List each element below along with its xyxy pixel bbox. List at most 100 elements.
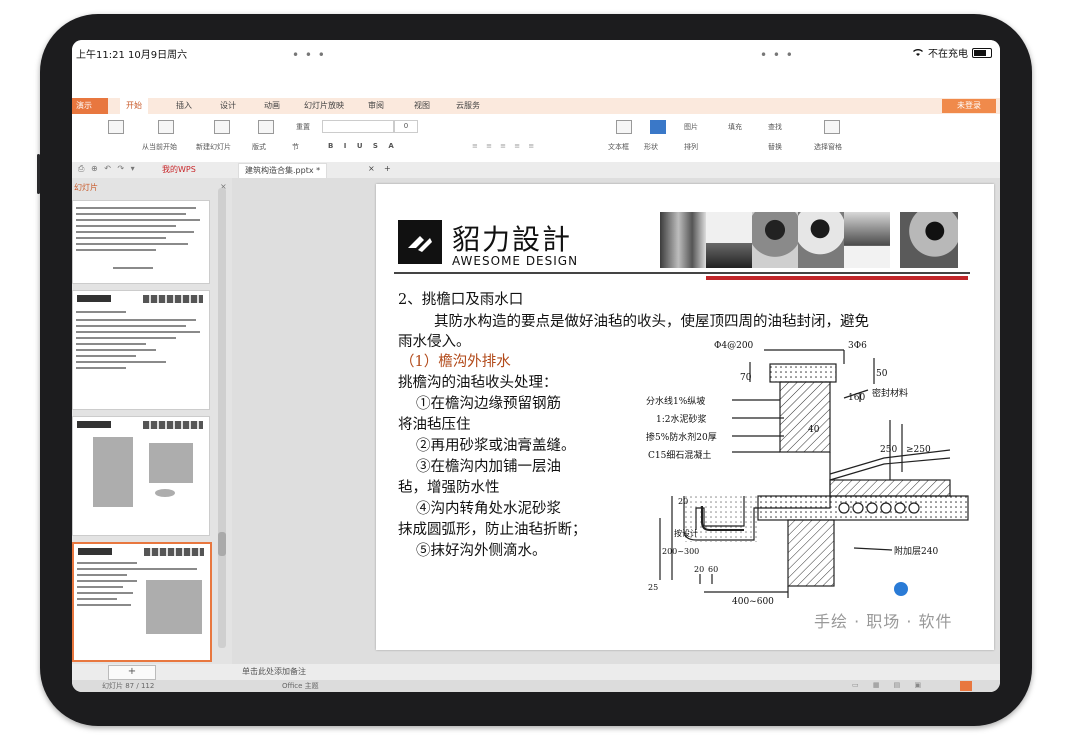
add-slide-button[interactable]: + <box>108 665 156 680</box>
slide-heading: 2、挑檐口及雨水口 <box>398 292 524 308</box>
drawing-label: 掺5%防水剂20厚 <box>646 431 717 443</box>
drawing-label: 40 <box>808 425 820 435</box>
drawing-label: 按设计 <box>674 528 698 538</box>
picture-button[interactable]: 图片 <box>684 122 698 132</box>
new-tab-button[interactable]: + <box>384 164 391 173</box>
quick-access-icons[interactable]: ⎙ ⊕ ↶ ↷ ▾ <box>78 164 137 174</box>
charging-status: 不在充电 <box>928 49 968 60</box>
current-slide[interactable]: 貂力設計 AWESOME DESIGN 2、挑檐口及雨水口 其防水构造的要点是做… <box>376 184 994 650</box>
notes-bar: + 单击此处添加备注 <box>72 664 1000 680</box>
section-button[interactable]: 节 <box>292 142 299 152</box>
drawing-label: 250 <box>880 445 897 455</box>
body-text-line: ②再用砂浆或油膏盖缝。 <box>416 438 576 454</box>
select-pane-icon[interactable] <box>824 120 840 134</box>
brand-logo-icon <box>398 220 442 264</box>
tab-insert[interactable]: 插入 <box>176 98 192 114</box>
slide-thumbnail[interactable] <box>72 290 210 410</box>
status-time: 上午11:21 10月9日周六 <box>76 50 188 61</box>
shape-button[interactable]: 形状 <box>644 142 658 152</box>
tab-cloud[interactable]: 云服务 <box>456 98 480 114</box>
drawing-label: 25 <box>648 583 658 592</box>
header-photo <box>660 212 706 268</box>
play-from-current-icon[interactable] <box>158 120 174 134</box>
app-menu-button[interactable]: 演示 <box>72 98 108 114</box>
tab-home[interactable]: 开始 <box>120 98 148 114</box>
multitask-dots-right[interactable]: • • • <box>760 48 794 62</box>
drawing-label: 3Φ6 <box>848 341 867 351</box>
intro-text-line: 其防水构造的要点是做好油毡的收头，使屋顶四周的油毡封闭，避免 <box>434 314 869 330</box>
thumbnail-scrollbar[interactable] <box>218 188 226 648</box>
slideshow-play-icon[interactable] <box>960 681 972 691</box>
intro-text-line: 雨水侵入。 <box>398 334 471 350</box>
brand-name-en: AWESOME DESIGN <box>452 254 579 268</box>
text-box-icon[interactable] <box>616 120 632 134</box>
header-photo <box>900 212 958 268</box>
tab-slideshow[interactable]: 幻灯片放映 <box>304 98 344 114</box>
slide-subheading: （1）檐沟外排水 <box>400 354 511 370</box>
drawing-label: 160 <box>848 393 865 403</box>
header-divider <box>394 272 970 274</box>
format-painter-icon[interactable] <box>108 120 124 134</box>
slide-thumbnail-selected[interactable] <box>72 542 212 662</box>
slide-thumbnail[interactable] <box>72 200 210 284</box>
tab-animation[interactable]: 动画 <box>264 98 280 114</box>
font-size-select[interactable]: 0 <box>394 120 418 133</box>
arrange-button[interactable]: 排列 <box>684 142 698 152</box>
eaves-gutter-drawing: Φ4@200 3Φ6 70 50 160 密封材料 分水线1%纵坡 1:2水泥砂… <box>646 341 969 607</box>
body-text-line: 挑檐沟的油毡收头处理： <box>398 375 558 391</box>
drawing-label: Φ4@200 <box>714 341 754 351</box>
fill-button[interactable]: 填充 <box>728 122 742 132</box>
find-button[interactable]: 查找 <box>768 122 782 132</box>
header-accent-bar <box>706 276 968 280</box>
replace-button[interactable]: 替换 <box>768 142 782 152</box>
ribbon-toolbar: 从当前开始 新建幻灯片 版式 重置 节 0 B I U S A ≡ ≡ ≡ ≡ … <box>72 114 1000 163</box>
font-style-buttons[interactable]: B I U S A <box>328 142 398 150</box>
body-text-line: 将油毡压住 <box>398 417 471 433</box>
drawing-label: 200~300 <box>662 547 699 556</box>
body-text-line: ①在檐沟边缘预留钢筋 <box>416 396 561 412</box>
drawing-label: 20 <box>678 497 688 506</box>
body-text-line: ④沟内转角处水泥砂浆 <box>416 501 561 517</box>
reset-button[interactable]: 重置 <box>296 122 310 132</box>
new-slide-icon[interactable] <box>214 120 230 134</box>
drawing-label: 70 <box>740 373 752 383</box>
body-text-line: 抹成圆弧形，防止油毡折断； <box>398 522 587 538</box>
app-status-bar: 幻灯片 87 / 112 Office 主题 ▭ ▦ ▤ ▣ <box>72 680 1000 692</box>
volume-button <box>37 154 40 194</box>
notes-placeholder[interactable]: 单击此处添加备注 <box>242 666 306 677</box>
tablet-screen: 上午11:21 10月9日周六 • • • • • • 不在充电 演示 开始 插… <box>72 40 1000 692</box>
drawing-label: 密封材料 <box>872 387 908 399</box>
login-button[interactable]: 未登录 <box>942 99 996 113</box>
tab-design[interactable]: 设计 <box>220 98 236 114</box>
status-bar: 上午11:21 10月9日周六 • • • • • • 不在充电 <box>72 40 1000 98</box>
text-box-button[interactable]: 文本框 <box>608 142 629 152</box>
from-current-button[interactable]: 从当前开始 <box>142 142 177 152</box>
slide-editing-area: 貂力設計 AWESOME DESIGN 2、挑檐口及雨水口 其防水构造的要点是做… <box>232 178 1000 664</box>
shape-icon[interactable] <box>650 120 666 134</box>
scrollbar-thumb[interactable] <box>218 532 226 556</box>
theme-name: Office 主题 <box>282 682 319 690</box>
status-right: 不在充电 <box>912 45 992 60</box>
drawing-label: 50 <box>876 369 888 379</box>
wps-home-tab[interactable]: 我的WPS <box>162 164 196 175</box>
watermark-text: 手绘 · 职场 · 软件 <box>814 612 953 631</box>
header-photo <box>844 212 890 268</box>
pointer-cursor-icon <box>894 582 908 596</box>
tab-review[interactable]: 审阅 <box>368 98 384 114</box>
header-photo <box>752 212 798 268</box>
slide-thumbnail[interactable] <box>72 416 210 536</box>
panel-title: 幻灯片 <box>74 183 98 192</box>
multitask-dots[interactable]: • • • <box>292 48 326 62</box>
view-mode-icons[interactable]: ▭ ▦ ▤ ▣ <box>852 681 927 689</box>
tab-view[interactable]: 视图 <box>414 98 430 114</box>
close-tab-icon[interactable]: × <box>368 164 375 173</box>
new-slide-button[interactable]: 新建幻灯片 <box>196 142 231 152</box>
battery-icon <box>972 47 992 58</box>
layout-button[interactable]: 版式 <box>252 142 266 152</box>
font-name-select[interactable] <box>322 120 394 133</box>
paragraph-buttons[interactable]: ≡ ≡ ≡ ≡ ≡ <box>472 142 537 150</box>
layout-icon[interactable] <box>258 120 274 134</box>
file-tab[interactable]: 建筑构造合集.pptx * <box>238 163 328 178</box>
select-pane-button[interactable]: 选择窗格 <box>814 142 842 152</box>
body-text-line: ③在檐沟内加铺一层油 <box>416 459 561 475</box>
